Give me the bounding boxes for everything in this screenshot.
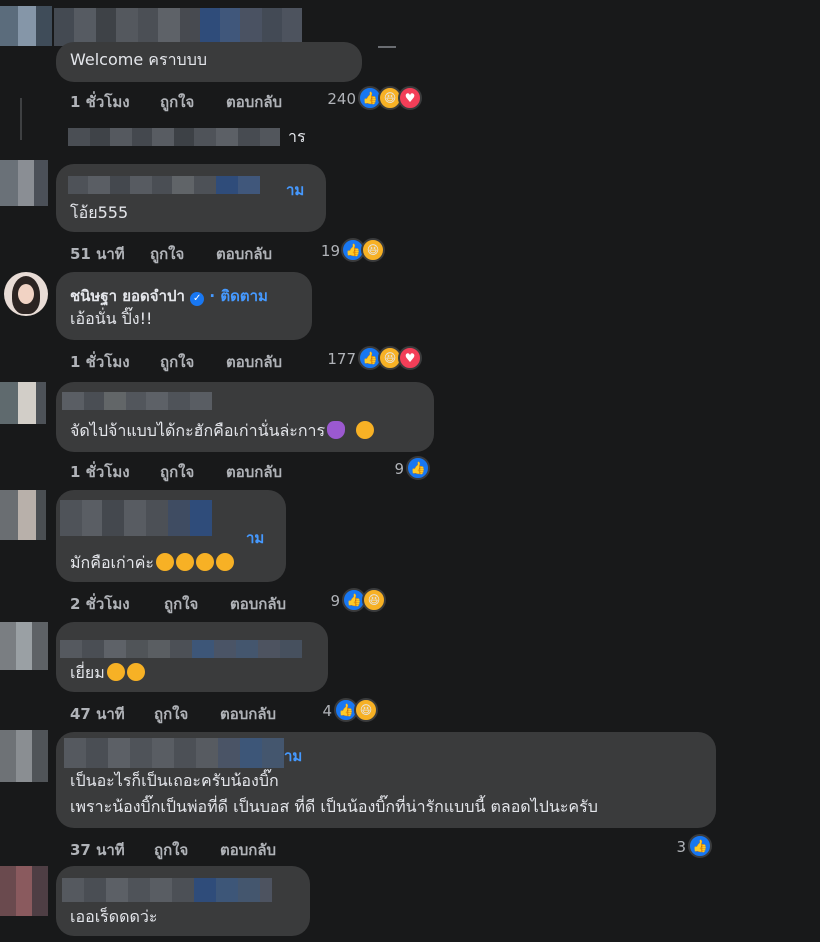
- blurred-avatar[interactable]: [0, 866, 48, 916]
- top-blurred-avatar[interactable]: [0, 6, 52, 46]
- like-button[interactable]: ถูกใจ: [160, 460, 194, 484]
- reaction-count[interactable]: 9: [370, 460, 404, 478]
- reaction-count[interactable]: 9: [306, 592, 340, 610]
- grinning-face-icon: [215, 553, 234, 571]
- top-divider: [378, 46, 396, 48]
- blurred-author-name[interactable]: [68, 176, 260, 194]
- comment-time[interactable]: 2 ชั่วโมง: [70, 592, 130, 616]
- comment-time[interactable]: 1 ชั่วโมง: [70, 460, 130, 484]
- comment-text: จัดไปจ้าแบบได้กะฮักคือเก่านั่นล่ะการ: [70, 420, 375, 442]
- reply-button[interactable]: ตอบกลับ: [216, 242, 272, 266]
- like-button[interactable]: ถูกใจ: [154, 702, 188, 726]
- comment-time[interactable]: 1 ชั่วโมง: [70, 90, 130, 114]
- rofl-icon: [126, 663, 145, 681]
- like-icon[interactable]: 👍: [688, 834, 712, 858]
- comment-text: โอ้ย555: [70, 203, 129, 222]
- partial-text: าร: [288, 127, 306, 146]
- comment-text-content: มักคือเก่าค่ะ: [70, 553, 154, 572]
- comment-text: เยี่ยม: [70, 662, 145, 684]
- comment-time[interactable]: 1 ชั่วโมง: [70, 350, 130, 374]
- comment-text-line2: เพราะน้องบิ๊กเป็นพ่อที่ดี เป็นบอส ที่ดี …: [70, 797, 598, 816]
- reaction-count[interactable]: 4: [298, 702, 332, 720]
- like-icon[interactable]: 👍: [406, 456, 430, 480]
- rofl-icon: [106, 663, 125, 681]
- reaction-count[interactable]: 177: [316, 350, 356, 368]
- blurred-author-name[interactable]: [62, 392, 212, 410]
- heart-eyes-icon: [175, 553, 194, 571]
- reaction-count[interactable]: 240: [310, 90, 356, 108]
- like-button[interactable]: ถูกใจ: [160, 350, 194, 374]
- heart-eyes-icon: [155, 553, 174, 571]
- blurred-author-name[interactable]: [64, 738, 284, 768]
- author-name-text[interactable]: ชนิษฐา ยอดจำปา: [70, 287, 185, 305]
- like-button[interactable]: ถูกใจ: [164, 592, 198, 616]
- follow-link-fragment[interactable]: าม: [246, 526, 264, 550]
- author-name[interactable]: ชนิษฐา ยอดจำปา ✓ · ติดตาม: [70, 284, 268, 308]
- follow-link-fragment[interactable]: าม: [286, 178, 304, 202]
- blurred-author-name[interactable]: [62, 878, 272, 902]
- blurred-reply-preview: [68, 128, 280, 146]
- purple-heart-icon: [327, 421, 346, 439]
- comment-text: เอ้อนั่น ปิ๊ง!!: [70, 309, 153, 328]
- love-icon[interactable]: ♥: [398, 86, 422, 110]
- love-icon[interactable]: ♥: [398, 346, 422, 370]
- blurred-avatar[interactable]: [0, 622, 48, 670]
- reply-button[interactable]: ตอบกลับ: [230, 592, 286, 616]
- comment-text: Welcome คราบบบ: [70, 50, 208, 69]
- reply-button[interactable]: ตอบกลับ: [226, 90, 282, 114]
- comment-text: เออเร็ดดดว่ะ: [70, 907, 158, 926]
- verified-icon: ✓: [190, 292, 205, 306]
- comment-text-content: จัดไปจ้าแบบได้กะฮักคือเก่านั่นล่ะการ: [70, 421, 326, 440]
- blurred-avatar[interactable]: [0, 382, 46, 424]
- comment-time[interactable]: 51 นาที: [70, 242, 125, 266]
- comment-text-line1: เป็นอะไรก็เป็นเถอะครับน้องบิ๊ก: [70, 771, 279, 790]
- reply-button[interactable]: ตอบกลับ: [220, 838, 276, 862]
- comment-time[interactable]: 37 นาที: [70, 838, 125, 862]
- blurred-avatar[interactable]: [0, 160, 48, 206]
- avatar[interactable]: [4, 272, 48, 316]
- reply-button[interactable]: ตอบกลับ: [226, 350, 282, 374]
- blurred-author-name[interactable]: [60, 500, 212, 536]
- reply-button[interactable]: ตอบกลับ: [226, 460, 282, 484]
- kissing-face-icon: [356, 421, 375, 439]
- blurred-avatar[interactable]: [0, 730, 48, 782]
- follow-link[interactable]: · ติดตาม: [209, 287, 267, 305]
- comment-text: มักคือเก่าค่ะ: [70, 552, 234, 574]
- reaction-count[interactable]: 3: [650, 838, 686, 856]
- comment-time[interactable]: 47 นาที: [70, 702, 125, 726]
- reply-button[interactable]: ตอบกลับ: [220, 702, 276, 726]
- grinning-face-icon: [195, 553, 214, 571]
- like-button[interactable]: ถูกใจ: [154, 838, 188, 862]
- haha-icon[interactable]: 😆: [361, 238, 385, 262]
- blurred-author-name[interactable]: [60, 640, 302, 658]
- like-button[interactable]: ถูกใจ: [160, 90, 194, 114]
- thread-line: [20, 98, 22, 140]
- reaction-count[interactable]: 19: [300, 242, 340, 260]
- follow-link-fragment[interactable]: าม: [284, 744, 302, 768]
- top-blurred-name: [54, 8, 302, 46]
- haha-icon[interactable]: 😆: [362, 588, 386, 612]
- haha-icon[interactable]: 😆: [354, 698, 378, 722]
- like-button[interactable]: ถูกใจ: [150, 242, 184, 266]
- blurred-avatar[interactable]: [0, 490, 46, 540]
- comment-text-content: เยี่ยม: [70, 663, 105, 682]
